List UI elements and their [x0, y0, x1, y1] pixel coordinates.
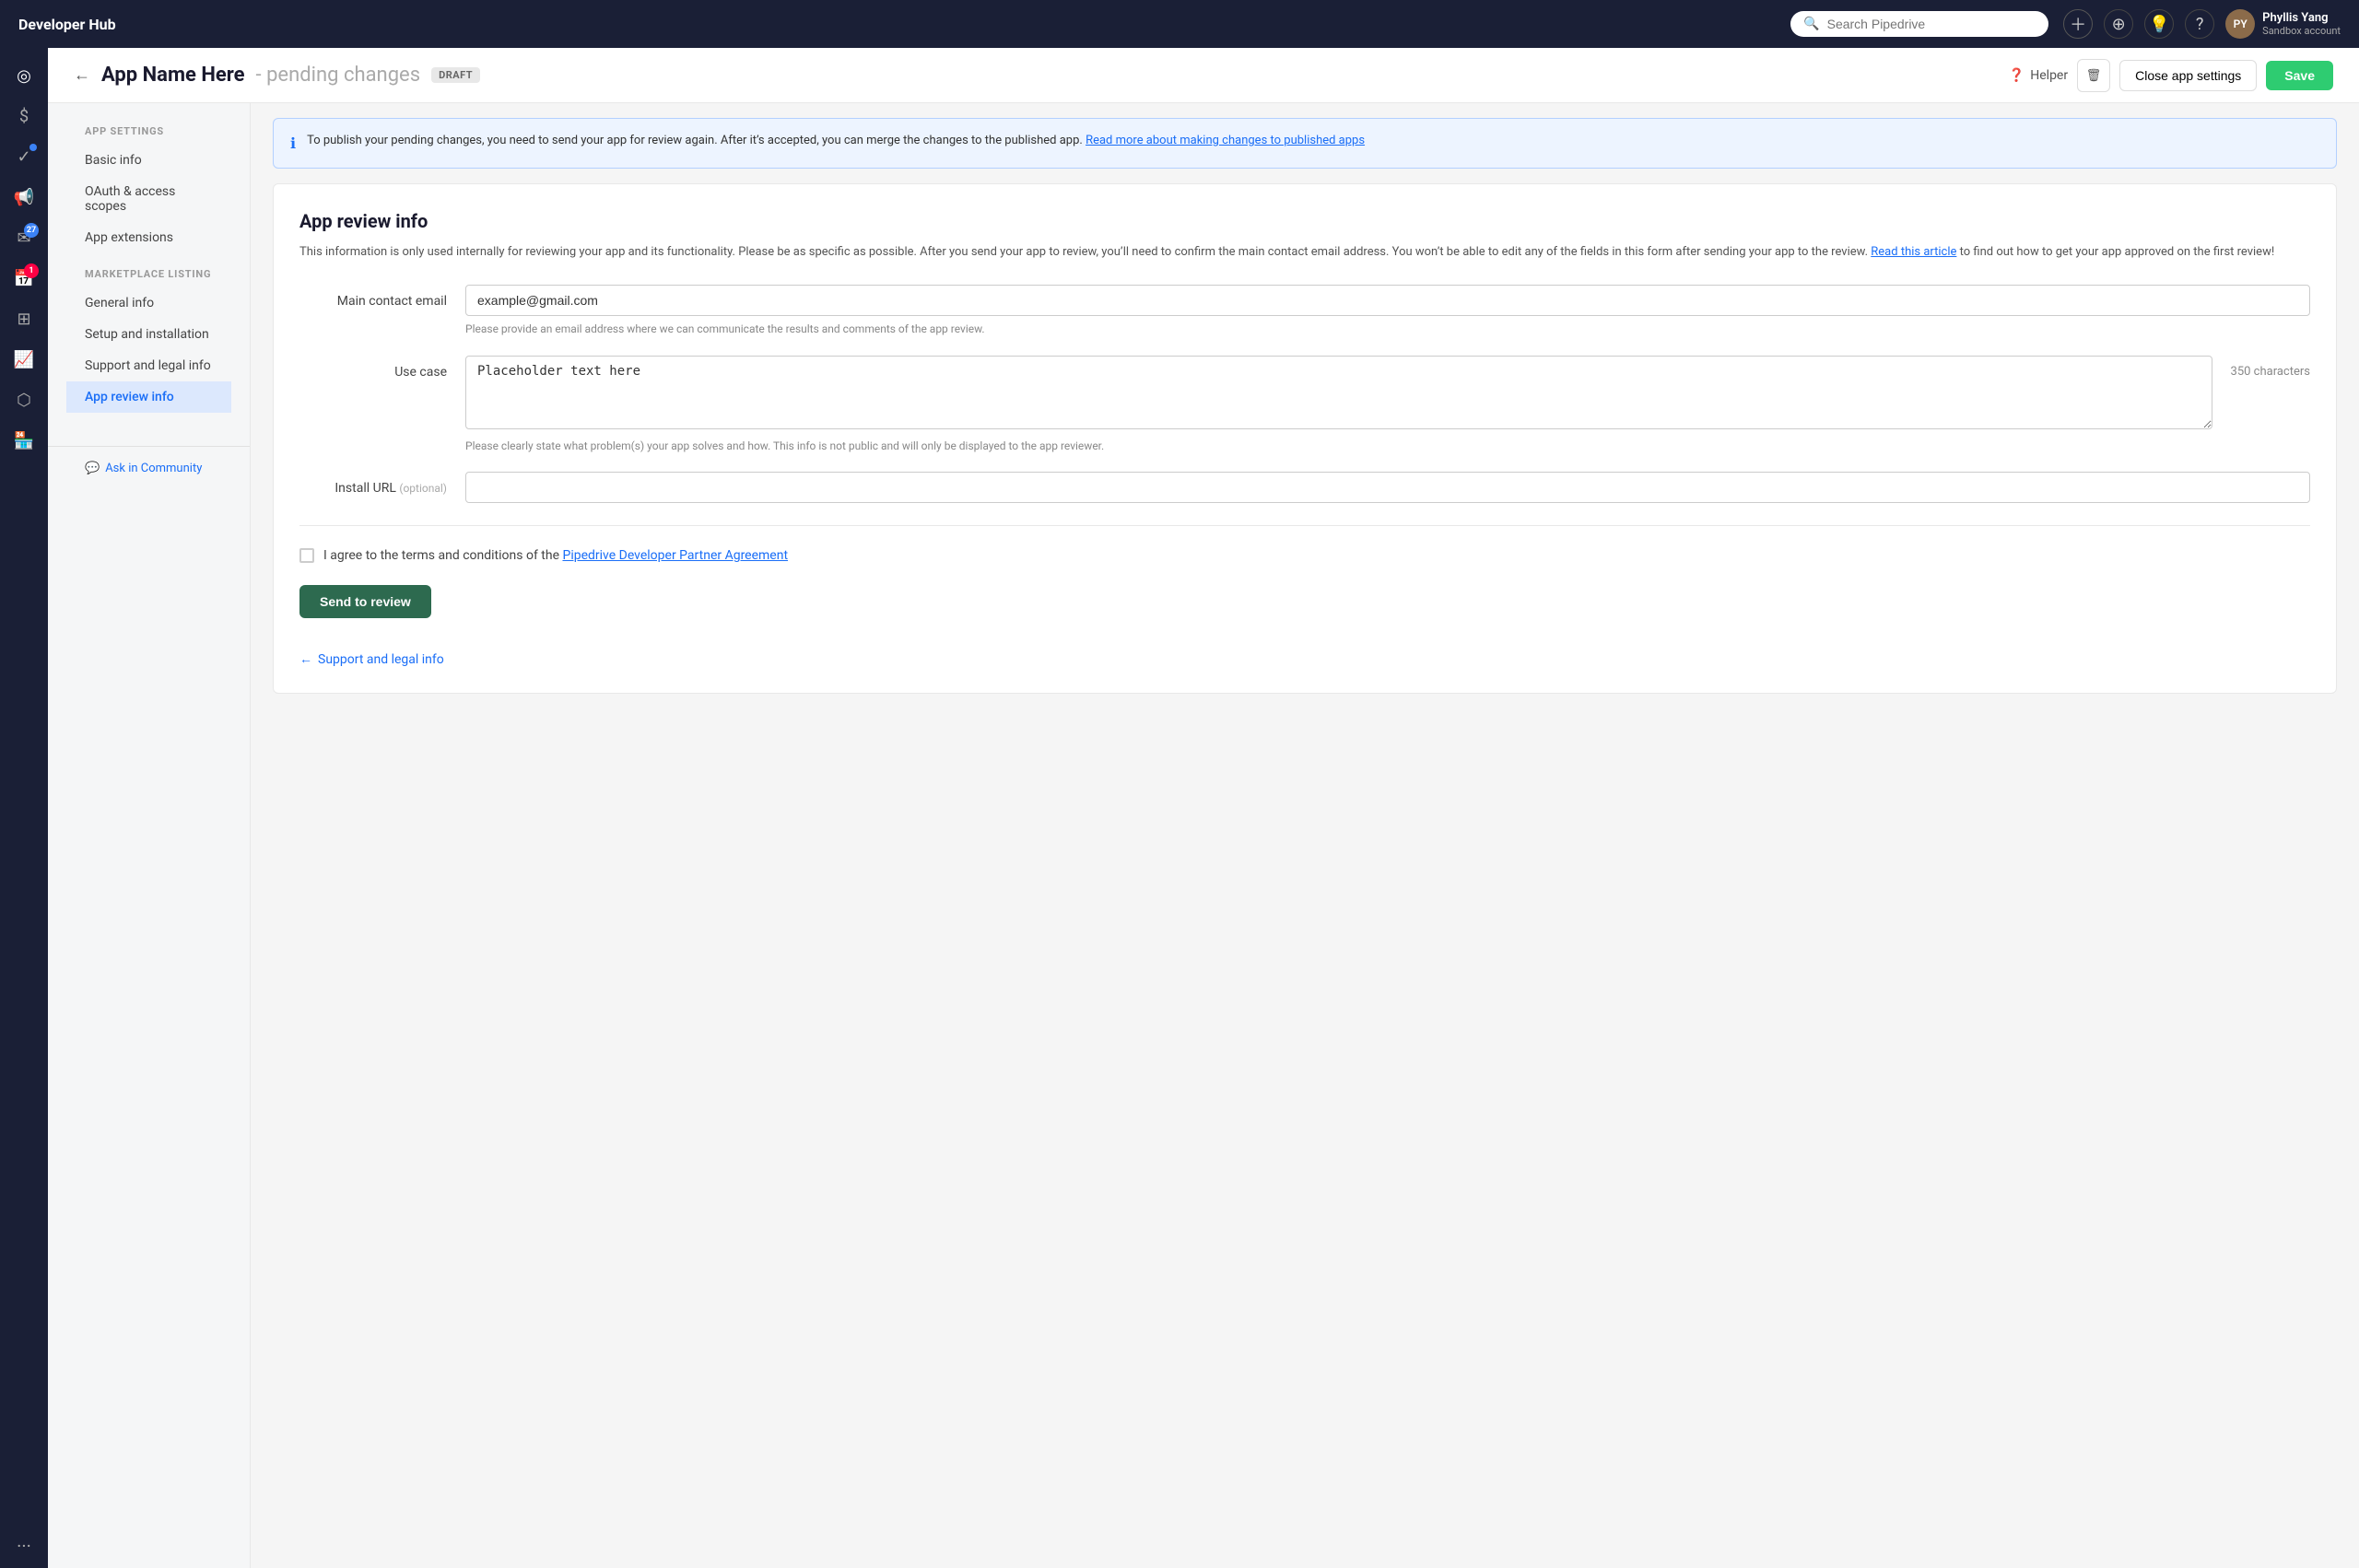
use-case-hint: Please clearly state what problem(s) you… — [465, 439, 2212, 454]
search-input[interactable] — [1827, 17, 2036, 31]
form-section: App review info This information is only… — [273, 183, 2337, 694]
form-divider — [299, 525, 2310, 526]
left-sidebar: ◎ $ ✓ 📢 ✉ 27 📅 1 ⊞ 📈 ⬡ 🏪 ··· — [0, 48, 48, 1568]
add-button[interactable]: ＋ — [2063, 9, 2093, 39]
user-info: PY Phyllis Yang Sandbox account — [2225, 9, 2341, 39]
content-area: ← App Name Here - pending changes DRAFT … — [48, 48, 2359, 1568]
sidebar-item-app-extensions[interactable]: App extensions — [66, 222, 231, 253]
nav-grid-icon[interactable]: ⊞ — [7, 302, 41, 335]
nav-store-icon[interactable]: 🏪 — [7, 424, 41, 457]
helper-button[interactable]: ❓ Helper — [2009, 68, 2068, 83]
bulb-icon[interactable]: 💡 — [2144, 9, 2174, 39]
inbox-badge: 27 — [24, 223, 39, 238]
helper-icon: ❓ — [2009, 68, 2025, 83]
nav-calendar-icon[interactable]: 📅 1 — [7, 262, 41, 295]
info-banner: ℹ To publish your pending changes, you n… — [273, 118, 2337, 169]
nav-compass-icon[interactable]: ◎ — [7, 59, 41, 92]
nav-more-icon[interactable]: ··· — [17, 1535, 31, 1557]
main-content: ℹ To publish your pending changes, you n… — [251, 103, 2359, 1568]
install-url-label: Install URL (optional) — [299, 472, 447, 496]
help-icon[interactable]: ? — [2185, 9, 2214, 39]
section-description: This information is only used internally… — [299, 243, 2310, 263]
nav-megaphone-icon[interactable]: 📢 — [7, 181, 41, 214]
plugin-icon[interactable]: ⊕ — [2104, 9, 2133, 39]
community-icon: 💬 — [85, 462, 100, 475]
send-to-review-button[interactable]: Send to review — [299, 585, 431, 618]
agreement-label: I agree to the terms and conditions of t… — [323, 548, 788, 563]
save-button[interactable]: Save — [2266, 61, 2333, 90]
main-contact-email-field: Please provide an email address where we… — [465, 285, 2310, 337]
main-contact-email-input[interactable] — [465, 285, 2310, 316]
user-role: Sandbox account — [2262, 25, 2341, 37]
use-case-field: Placeholder text here Please clearly sta… — [465, 356, 2212, 454]
sidebar-item-basic-info[interactable]: Basic info — [66, 145, 231, 176]
sidebar-item-oauth[interactable]: OAuth & access scopes — [66, 176, 231, 222]
page-header: ← App Name Here - pending changes DRAFT … — [48, 48, 2359, 103]
close-settings-button[interactable]: Close app settings — [2119, 60, 2257, 91]
app-settings-label: APP SETTINGS — [66, 125, 231, 145]
agreement-link[interactable]: Pipedrive Developer Partner Agreement — [562, 548, 788, 563]
main-area: ◎ $ ✓ 📢 ✉ 27 📅 1 ⊞ 📈 ⬡ 🏪 ··· — [0, 48, 2359, 1568]
sidebar-item-setup-installation[interactable]: Setup and installation — [66, 319, 231, 350]
nav-chart-icon[interactable]: 📈 — [7, 343, 41, 376]
ask-community-link[interactable]: 💬 Ask in Community — [66, 447, 231, 490]
back-nav-label: Support and legal info — [318, 652, 444, 667]
brand-logo: Developer Hub — [18, 16, 116, 33]
page-subtitle: - pending changes — [256, 64, 421, 87]
install-url-optional: (optional) — [399, 482, 447, 495]
page-title: App Name Here — [101, 64, 245, 87]
search-bar[interactable]: 🔍 — [1790, 11, 2048, 37]
page-body: APP SETTINGS Basic info OAuth & access s… — [48, 103, 2359, 1568]
char-count: 350 characters — [2231, 356, 2310, 379]
marketplace-listing-label: MARKETPLACE LISTING — [66, 268, 231, 287]
main-contact-email-row: Main contact email Please provide an ema… — [299, 285, 2310, 337]
agreement-row: I agree to the terms and conditions of t… — [299, 548, 2310, 563]
app-wrapper: Developer Hub 🔍 ＋ ⊕ 💡 ? PY Phyllis Yang … — [0, 0, 2359, 1568]
user-text: Phyllis Yang Sandbox account — [2262, 11, 2341, 37]
info-banner-link[interactable]: Read more about making changes to publis… — [1086, 134, 1365, 147]
draft-badge: DRAFT — [431, 67, 480, 83]
back-nav-icon: ← — [299, 651, 312, 667]
header-actions: ❓ Helper 🗑 Close app settings Save — [2009, 59, 2333, 92]
nav-dollar-icon[interactable]: $ — [7, 99, 41, 133]
back-button[interactable]: ← — [74, 65, 90, 85]
main-contact-email-hint: Please provide an email address where we… — [465, 322, 2310, 337]
calendar-badge: 1 — [24, 263, 39, 278]
nav-tasks-icon[interactable]: ✓ — [7, 140, 41, 173]
avatar: PY — [2225, 9, 2255, 39]
search-icon: 🔍 — [1803, 17, 1819, 31]
description-link[interactable]: Read this article — [1871, 245, 1956, 259]
back-nav-link[interactable]: ← Support and legal info — [299, 651, 2310, 667]
agreement-checkbox[interactable] — [299, 548, 314, 563]
top-nav: Developer Hub 🔍 ＋ ⊕ 💡 ? PY Phyllis Yang … — [0, 0, 2359, 48]
use-case-textarea[interactable]: Placeholder text here — [465, 356, 2212, 429]
use-case-label: Use case — [299, 356, 447, 380]
section-title: App review info — [299, 210, 2310, 232]
main-contact-email-label: Main contact email — [299, 285, 447, 309]
nav-cube-icon[interactable]: ⬡ — [7, 383, 41, 416]
delete-button[interactable]: 🗑 — [2077, 59, 2110, 92]
install-url-row: Install URL (optional) — [299, 472, 2310, 503]
install-url-input[interactable] — [465, 472, 2310, 503]
info-banner-text: To publish your pending changes, you nee… — [307, 132, 1365, 150]
side-nav: APP SETTINGS Basic info OAuth & access s… — [48, 103, 251, 1568]
sidebar-item-app-review-info[interactable]: App review info — [66, 381, 231, 413]
use-case-row: Use case Placeholder text here Please cl… — [299, 356, 2310, 454]
sidebar-item-support-legal[interactable]: Support and legal info — [66, 350, 231, 381]
install-url-field — [465, 472, 2310, 503]
user-name: Phyllis Yang — [2262, 11, 2341, 25]
info-icon: ℹ — [290, 133, 296, 155]
nav-actions: ＋ ⊕ 💡 ? PY Phyllis Yang Sandbox account — [2063, 9, 2341, 39]
nav-inbox-icon[interactable]: ✉ 27 — [7, 221, 41, 254]
sidebar-item-general-info[interactable]: General info — [66, 287, 231, 319]
